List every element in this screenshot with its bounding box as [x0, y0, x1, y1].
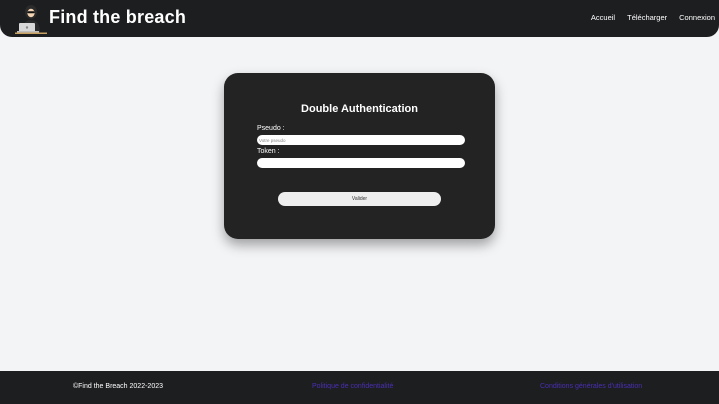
nav-telecharger[interactable]: Télécharger — [627, 13, 667, 22]
footer-copyright: ©Find the Breach 2022-2023 — [73, 383, 163, 390]
nav-accueil[interactable]: Accueil — [591, 13, 615, 22]
validate-button[interactable]: Valider — [278, 192, 441, 206]
footer: ©Find the Breach 2022-2023 Politique de … — [0, 371, 719, 404]
token-input[interactable] — [257, 158, 465, 168]
pseudo-input[interactable] — [257, 135, 465, 145]
top-header: Find the breach Accueil Télécharger Conn… — [0, 0, 719, 37]
privacy-policy-link[interactable]: Politique de confidentialité — [312, 383, 393, 390]
hacker-at-laptop-icon[interactable] — [14, 3, 48, 34]
token-label: Token : — [257, 148, 280, 155]
main-nav: Accueil Télécharger Connexion — [579, 13, 715, 22]
brand-title[interactable]: Find the breach — [49, 7, 186, 28]
card-title: Double Authentication — [301, 103, 418, 115]
nav-connexion[interactable]: Connexion — [679, 13, 715, 22]
pseudo-label: Pseudo : — [257, 125, 285, 132]
terms-of-use-link[interactable]: Conditions générales d'utilisation — [540, 383, 642, 390]
double-auth-card: Double Authentication Pseudo : Token : V… — [224, 73, 495, 239]
